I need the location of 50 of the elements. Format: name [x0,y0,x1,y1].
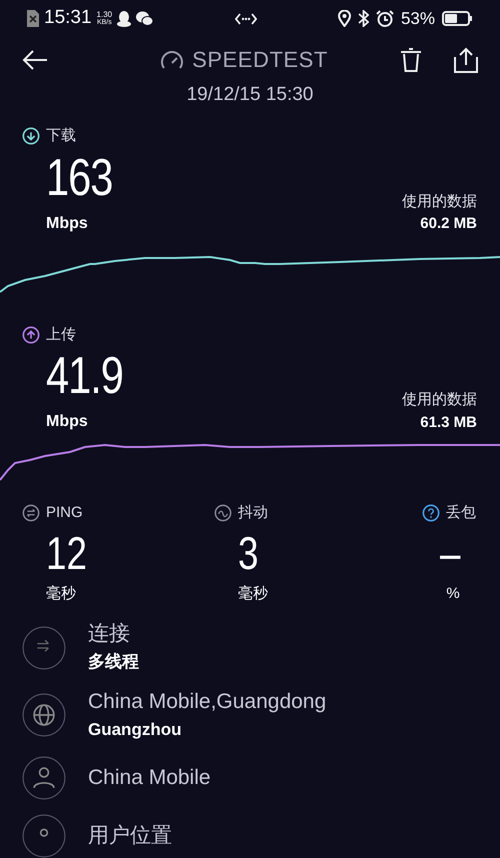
penguin-icon [117,10,132,27]
wave-icon [214,504,232,522]
chat-bubbles-icon [136,11,154,26]
speed-unit: Mbps [46,412,89,432]
detail-title: China Mobile,Guangdong [88,688,326,714]
stat-value: 12 [46,526,88,580]
data-used-value: 61.3 MB [420,412,477,432]
battery-icon [442,11,473,26]
stat-value: – [440,526,461,580]
result-label: 下载 [46,126,76,146]
stat-unit: 毫秒 [238,584,269,604]
detail-title: China Mobile [88,765,211,791]
help-icon [422,504,440,522]
app-title: SPEEDTEST [192,46,328,74]
stat-unit: % [446,584,460,604]
person-icon [22,756,66,800]
detail-title: 用户位置 [88,823,172,849]
ping-icon [22,504,40,522]
sim-card-icon [27,10,39,28]
stat-label: PING [46,503,83,523]
data-used-value: 60.2 MB [420,214,477,234]
back-button[interactable] [20,48,50,72]
back-arrow-icon [22,50,48,70]
globe-icon [22,693,66,738]
result-label: 上传 [46,324,76,344]
detail-subtitle: 多线程 [88,651,139,673]
arrows-icon [22,626,66,670]
location-pin-icon [338,10,351,28]
gauge-icon [160,50,184,70]
stat-value: 3 [238,526,260,580]
data-used-label: 使用的数据 [402,390,477,410]
bluetooth-icon [358,10,369,28]
test-date: 19/12/15 15:30 [186,82,314,106]
speed-unit: Mbps [46,214,89,234]
stat-unit: 毫秒 [46,584,77,604]
trash-icon [400,48,422,72]
speed-value: 163 [46,148,112,208]
stat-label: 抖动 [238,503,268,523]
delete-button[interactable] [398,46,424,74]
alarm-clock-icon [376,10,394,28]
status-time: 15:31 [44,6,92,30]
detail-subtitle: Guangzhou [88,718,182,741]
share-icon [454,46,478,73]
data-transfer-icon [234,12,257,25]
speed-value: 41.9 [46,346,123,406]
battery-percent: 53% [400,8,435,30]
data-used-label: 使用的数据 [402,192,477,212]
network-speed: 1.30 [96,10,112,19]
stat-label: 丢包 [446,503,476,523]
detail-title: 连接 [88,621,131,647]
